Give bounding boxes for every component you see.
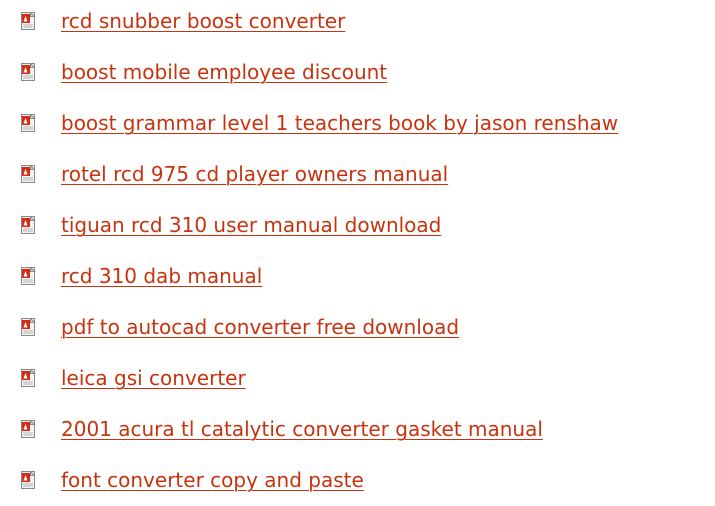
document-link[interactable]: font converter copy and paste	[61, 467, 364, 493]
pdf-file-icon	[21, 471, 36, 489]
pdf-file-icon	[21, 267, 36, 285]
document-link[interactable]: rotel rcd 975 cd player owners manual	[61, 161, 448, 187]
document-link[interactable]: leica gsi converter	[61, 365, 246, 391]
document-link[interactable]: pdf to autocad converter free download	[61, 314, 459, 340]
pdf-file-icon	[21, 216, 36, 234]
document-link[interactable]: boost mobile employee discount	[61, 59, 387, 85]
document-link[interactable]: boost grammar level 1 teachers book by j…	[61, 110, 618, 136]
pdf-file-icon	[21, 318, 36, 336]
pdf-file-icon	[21, 114, 36, 132]
pdf-file-icon	[21, 12, 36, 30]
pdf-file-icon	[21, 63, 36, 81]
document-link[interactable]: rcd 310 dab manual	[61, 263, 262, 289]
pdf-file-icon	[21, 165, 36, 183]
document-link[interactable]: 2001 acura tl catalytic converter gasket…	[61, 416, 543, 442]
pdf-file-icon	[21, 369, 36, 387]
document-link[interactable]: tiguan rcd 310 user manual download	[61, 212, 441, 238]
pdf-file-icon	[21, 420, 36, 438]
document-link[interactable]: rcd snubber boost converter	[61, 8, 345, 34]
